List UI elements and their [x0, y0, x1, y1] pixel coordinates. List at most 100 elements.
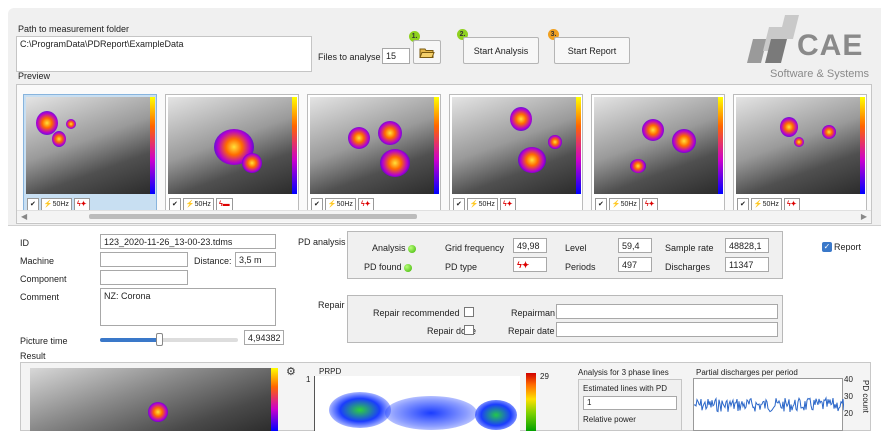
start-report-button[interactable]: Start Report	[554, 37, 630, 64]
comment-textarea[interactable]: NZ: Corona	[100, 288, 276, 326]
distance-label: Distance:	[194, 256, 232, 266]
periods-label: Periods	[565, 262, 596, 272]
thermal-image	[168, 97, 297, 194]
ppp-tick: 40	[844, 375, 853, 384]
check-icon[interactable]: ✔	[595, 197, 607, 211]
logo-text: CAE	[797, 29, 864, 62]
files-count-value: 15	[386, 51, 397, 61]
pd-type-icon: ϟ▬	[215, 197, 233, 211]
component-label: Component	[20, 274, 67, 284]
preview-scrollbar[interactable]: ◀ ▶	[17, 210, 871, 222]
thermal-image	[736, 97, 865, 194]
repairman-label: Repairman	[511, 308, 556, 318]
sample-rate-label: Sample rate	[665, 243, 714, 253]
open-folder-button[interactable]	[413, 40, 441, 64]
tower-icon: ⚡50Hz	[40, 197, 72, 211]
app-window: Path to measurement folder C:\ProgramDat…	[8, 8, 881, 431]
comment-value: NZ: Corona	[104, 291, 151, 301]
path-input[interactable]: C:\ProgramData\PDReport\ExampleData	[16, 36, 312, 72]
scroll-thumb[interactable]	[89, 214, 417, 219]
pd-type-icon: ϟ✦	[783, 197, 800, 211]
check-icon[interactable]: ✔	[737, 197, 749, 211]
result-thermal-image	[30, 368, 278, 431]
prpd-colorbar	[526, 373, 536, 431]
scroll-right-icon[interactable]: ▶	[861, 212, 867, 221]
tower-icon: ⚡50Hz	[466, 197, 498, 211]
prpd-title: PRPD	[319, 367, 342, 376]
files-label: Files to analyse	[318, 52, 381, 62]
preview-thumb[interactable]: ✔ ⚡50Hz ϟ✦	[23, 94, 157, 216]
pd-type-icon: ϟ✦	[641, 197, 658, 211]
component-input[interactable]	[100, 270, 188, 285]
path-label: Path to measurement folder	[18, 24, 130, 34]
distance-value: 3,5 m	[239, 255, 262, 265]
id-value: 123_2020-11-26_13-00-23.tdms	[104, 237, 233, 247]
preview-thumb[interactable]: ✔ ⚡50Hz ϟ✦	[733, 94, 867, 216]
pd-found-status: PD found	[364, 262, 413, 272]
report-checkbox[interactable]: ✓	[822, 242, 832, 252]
est-lines-value: 1	[583, 396, 677, 410]
pd-analysis-label: PD analysis	[298, 237, 346, 247]
id-label: ID	[20, 238, 29, 248]
ppp-title: Partial discharges per period	[696, 368, 798, 377]
check-icon[interactable]: ✔	[311, 197, 323, 211]
pd-type-icon: ϟ✦	[513, 257, 547, 272]
id-input[interactable]: 123_2020-11-26_13-00-23.tdms	[100, 234, 276, 249]
folder-icon	[419, 48, 435, 58]
pd-type-label: PD type	[445, 262, 478, 272]
machine-label: Machine	[20, 256, 55, 266]
phase-analysis-title: Analysis for 3 phase lines	[578, 368, 669, 377]
repair-label: Repair	[318, 300, 345, 310]
ppp-tick: 30	[844, 392, 853, 401]
files-count-input[interactable]: 15	[382, 48, 410, 64]
start-analysis-button[interactable]: Start Analysis	[463, 37, 539, 64]
rel-power-label: Relative power	[583, 415, 636, 424]
repair-recommended-label: Repair recommended	[373, 308, 460, 318]
scroll-left-icon[interactable]: ◀	[21, 212, 27, 221]
slider-thumb[interactable]	[156, 333, 164, 346]
check-icon[interactable]: ✔	[453, 197, 465, 211]
level-label: Level	[565, 243, 587, 253]
repair-recommended-checkbox[interactable]	[464, 307, 474, 317]
cae-logo: CAE	[743, 13, 873, 65]
pd-found-led-icon	[404, 263, 413, 272]
pd-type-icon: ϟ✦	[499, 197, 516, 211]
analysis-status: Analysis	[372, 243, 417, 253]
analysis-led-icon	[408, 244, 417, 253]
thermal-image	[26, 97, 155, 194]
level-value: 59,4	[618, 238, 652, 253]
preview-thumb[interactable]: ✔ ⚡50Hz ϟ✦	[591, 94, 725, 216]
preview-thumb[interactable]: ✔ ⚡50Hz ϟ✦	[449, 94, 583, 216]
repairman-input[interactable]	[556, 304, 778, 319]
ppp-tick: 20	[844, 409, 853, 418]
distance-input[interactable]: 3,5 m	[235, 252, 276, 267]
report-label: Report	[834, 242, 862, 252]
picture-time-input[interactable]: 4,94382	[244, 330, 284, 345]
repair-done-checkbox[interactable]	[464, 325, 474, 335]
grid-frequency-label: Grid frequency	[445, 243, 505, 253]
check-icon[interactable]: ✔	[169, 197, 181, 211]
picture-time-label: Picture time	[20, 336, 68, 346]
repair-date-label: Repair date	[508, 326, 555, 336]
comment-label: Comment	[20, 292, 60, 302]
slider-fill	[100, 338, 160, 342]
thermal-image	[310, 97, 439, 194]
sample-rate-value: 48828,1	[725, 238, 769, 253]
logo-mark	[747, 15, 799, 63]
thermal-image	[594, 97, 723, 194]
path-value: C:\ProgramData\PDReport\ExampleData	[20, 39, 184, 49]
preview-thumb[interactable]: ✔ ⚡50Hz ϟ✦	[307, 94, 441, 216]
machine-input[interactable]	[100, 252, 188, 267]
pd-type-icon: ϟ✦	[357, 197, 374, 211]
grid-frequency-value: 49,98	[513, 238, 547, 253]
repair-date-input[interactable]	[556, 322, 778, 337]
check-icon[interactable]: ✔	[27, 197, 39, 211]
prpd-plot	[314, 376, 520, 431]
pd-type-icon: ϟ✦	[73, 197, 90, 211]
discharges-value: 11347	[725, 257, 769, 272]
picture-time-slider[interactable]	[100, 333, 238, 346]
periods-value: 497	[618, 257, 652, 272]
gear-icon[interactable]: ⚙	[286, 366, 298, 378]
tower-icon: ⚡50Hz	[750, 197, 782, 211]
preview-thumb[interactable]: ✔ ⚡50Hz ϟ▬	[165, 94, 299, 216]
